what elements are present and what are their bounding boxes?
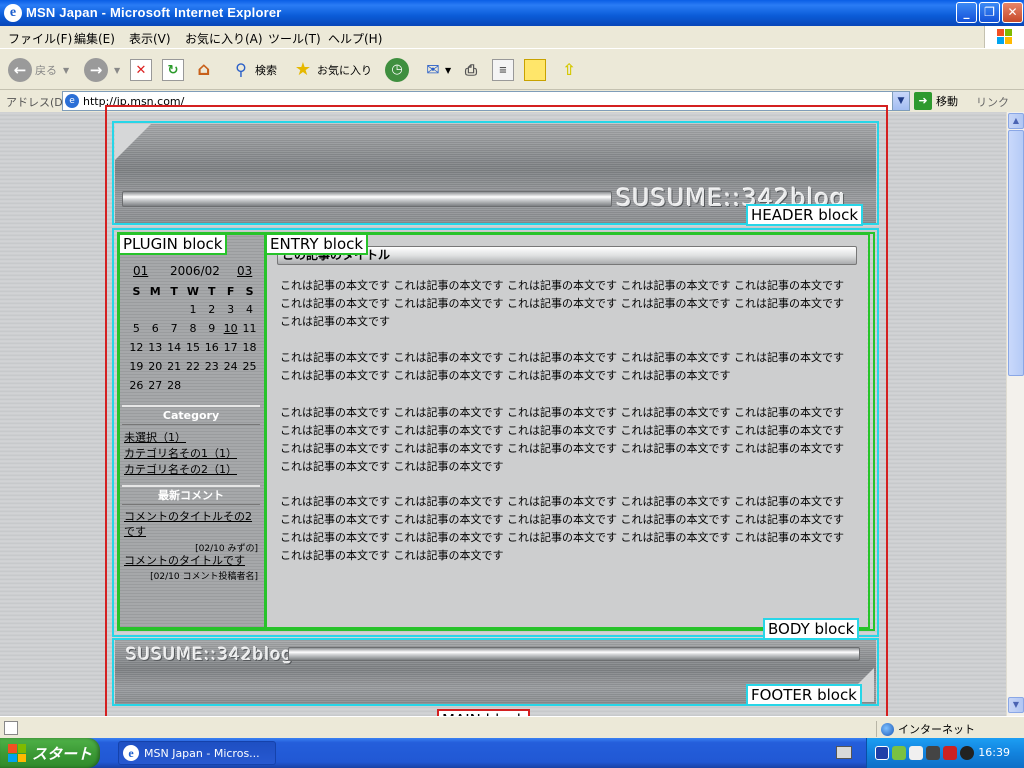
window-title: MSN Japan - Microsoft Internet Explorer [26, 5, 282, 20]
search-button[interactable]: ⚲ 検索 [230, 57, 277, 83]
history-button[interactable]: ◷ [385, 57, 409, 83]
menu-tools[interactable]: ツール(T) [268, 30, 321, 47]
home-icon: ⌂ [197, 59, 211, 80]
footer-block-label: FOOTER block [746, 684, 862, 706]
print-icon: ⎙ [464, 61, 477, 79]
menu-edit[interactable]: 編集(E) [74, 30, 115, 47]
volume-icon[interactable] [909, 746, 923, 760]
start-label: スタート [32, 744, 93, 763]
close-button[interactable]: ✕ [1002, 2, 1023, 23]
taskbar-item-label: MSN Japan - Micros... [144, 746, 260, 760]
chevron-down-icon: ▼ [114, 65, 121, 75]
go-arrow-icon: ➜ [914, 92, 932, 110]
search-icon: ⚲ [235, 60, 247, 79]
minimize-button[interactable]: _ [956, 2, 977, 23]
menu-view[interactable]: 表示(V) [129, 30, 171, 47]
history-icon: ◷ [385, 58, 409, 82]
print-button[interactable]: ⎙ [460, 57, 482, 83]
scroll-thumb[interactable] [1008, 130, 1024, 376]
windows-flag-icon [8, 744, 26, 762]
menu-favorites[interactable]: お気に入り(A) [185, 30, 263, 47]
entry-block-outline [265, 233, 870, 629]
go-button[interactable]: ➜ 移動 [914, 92, 958, 110]
plugin-block-label: PLUGIN block [118, 233, 228, 255]
forward-button[interactable]: → ▼ [84, 57, 120, 83]
messenger-button[interactable]: ⇧ [558, 57, 580, 83]
security-zone: インターネット [876, 721, 975, 737]
globe-icon [881, 722, 894, 736]
chevron-down-icon: ▼ [445, 65, 452, 75]
star-icon: ★ [294, 59, 312, 80]
back-label: 戻る [35, 64, 57, 77]
vertical-scrollbar[interactable]: ▲ ▼ [1006, 112, 1024, 716]
ie-icon: e [4, 4, 22, 22]
keyboard-icon[interactable] [836, 746, 852, 759]
edit-button[interactable]: ≡ [492, 57, 514, 83]
windows-logo-icon [984, 26, 1024, 48]
page-icon: e [65, 94, 79, 108]
header-block-label: HEADER block [746, 204, 864, 226]
menu-help[interactable]: ヘルプ(H) [328, 30, 382, 47]
links-button[interactable]: リンク [976, 94, 1009, 110]
scroll-up-icon[interactable]: ▲ [1008, 113, 1024, 129]
display-icon[interactable] [926, 746, 940, 760]
back-arrow-icon: ← [8, 58, 32, 82]
security-icon[interactable] [892, 746, 906, 760]
back-button[interactable]: ← 戻る ▼ [8, 57, 69, 83]
mail-button[interactable]: ✉ ▼ [422, 57, 451, 83]
zone-label: インターネット [898, 723, 975, 736]
forward-arrow-icon: → [84, 58, 108, 82]
page-status-icon [4, 721, 18, 735]
note-icon [524, 59, 546, 81]
home-button[interactable]: ⌂ [193, 57, 215, 83]
start-button[interactable]: スタート [0, 738, 100, 768]
discuss-button[interactable] [524, 57, 546, 83]
system-tray: 16:39 [866, 738, 1024, 768]
address-label: アドレス(D) [6, 96, 68, 109]
entry-block-label: ENTRY block [265, 233, 369, 255]
title-bar: e MSN Japan - Microsoft Internet Explore… [0, 0, 1024, 26]
stop-icon: ✕ [130, 59, 152, 81]
taskbar: スタート e MSN Japan - Micros... 16:39 [0, 738, 1024, 768]
taskbar-item-ie[interactable]: e MSN Japan - Micros... [118, 741, 276, 765]
refresh-button[interactable]: ↻ [162, 57, 184, 83]
chevron-down-icon: ▼ [63, 65, 70, 75]
favorites-button[interactable]: ★ お気に入り [292, 57, 372, 83]
plugin-block-outline [118, 233, 266, 629]
edit-icon: ≡ [492, 59, 514, 81]
media-icon[interactable] [960, 746, 974, 760]
ati-icon[interactable] [943, 746, 957, 760]
mail-icon: ✉ [426, 60, 440, 79]
clock: 16:39 [978, 746, 1010, 759]
address-dropdown-icon[interactable]: ▼ [892, 92, 909, 110]
ie-icon: e [123, 745, 139, 761]
scroll-down-icon[interactable]: ▼ [1008, 697, 1024, 713]
search-label: 検索 [255, 64, 277, 77]
menu-file[interactable]: ファイル(F) [8, 30, 72, 47]
maximize-button[interactable]: ❐ [979, 2, 1000, 23]
menu-bar: ファイル(F) 編集(E) 表示(V) お気に入り(A) ツール(T) ヘルプ(… [0, 26, 1024, 48]
body-block-label: BODY block [763, 618, 860, 640]
go-label: 移動 [936, 95, 958, 108]
refresh-icon: ↻ [162, 59, 184, 81]
stop-button[interactable]: ✕ [130, 57, 152, 83]
toolbar: ← 戻る ▼ → ▼ ✕ ↻ ⌂ ⚲ 検索 ★ お気に入り ◷ ✉ ▼ ⎙ ≡ … [0, 48, 1024, 90]
status-bar: インターネット [0, 716, 1024, 738]
favorites-label: お気に入り [317, 64, 372, 77]
up-arrow-icon: ⇧ [562, 60, 576, 79]
network-icon[interactable] [875, 746, 889, 760]
